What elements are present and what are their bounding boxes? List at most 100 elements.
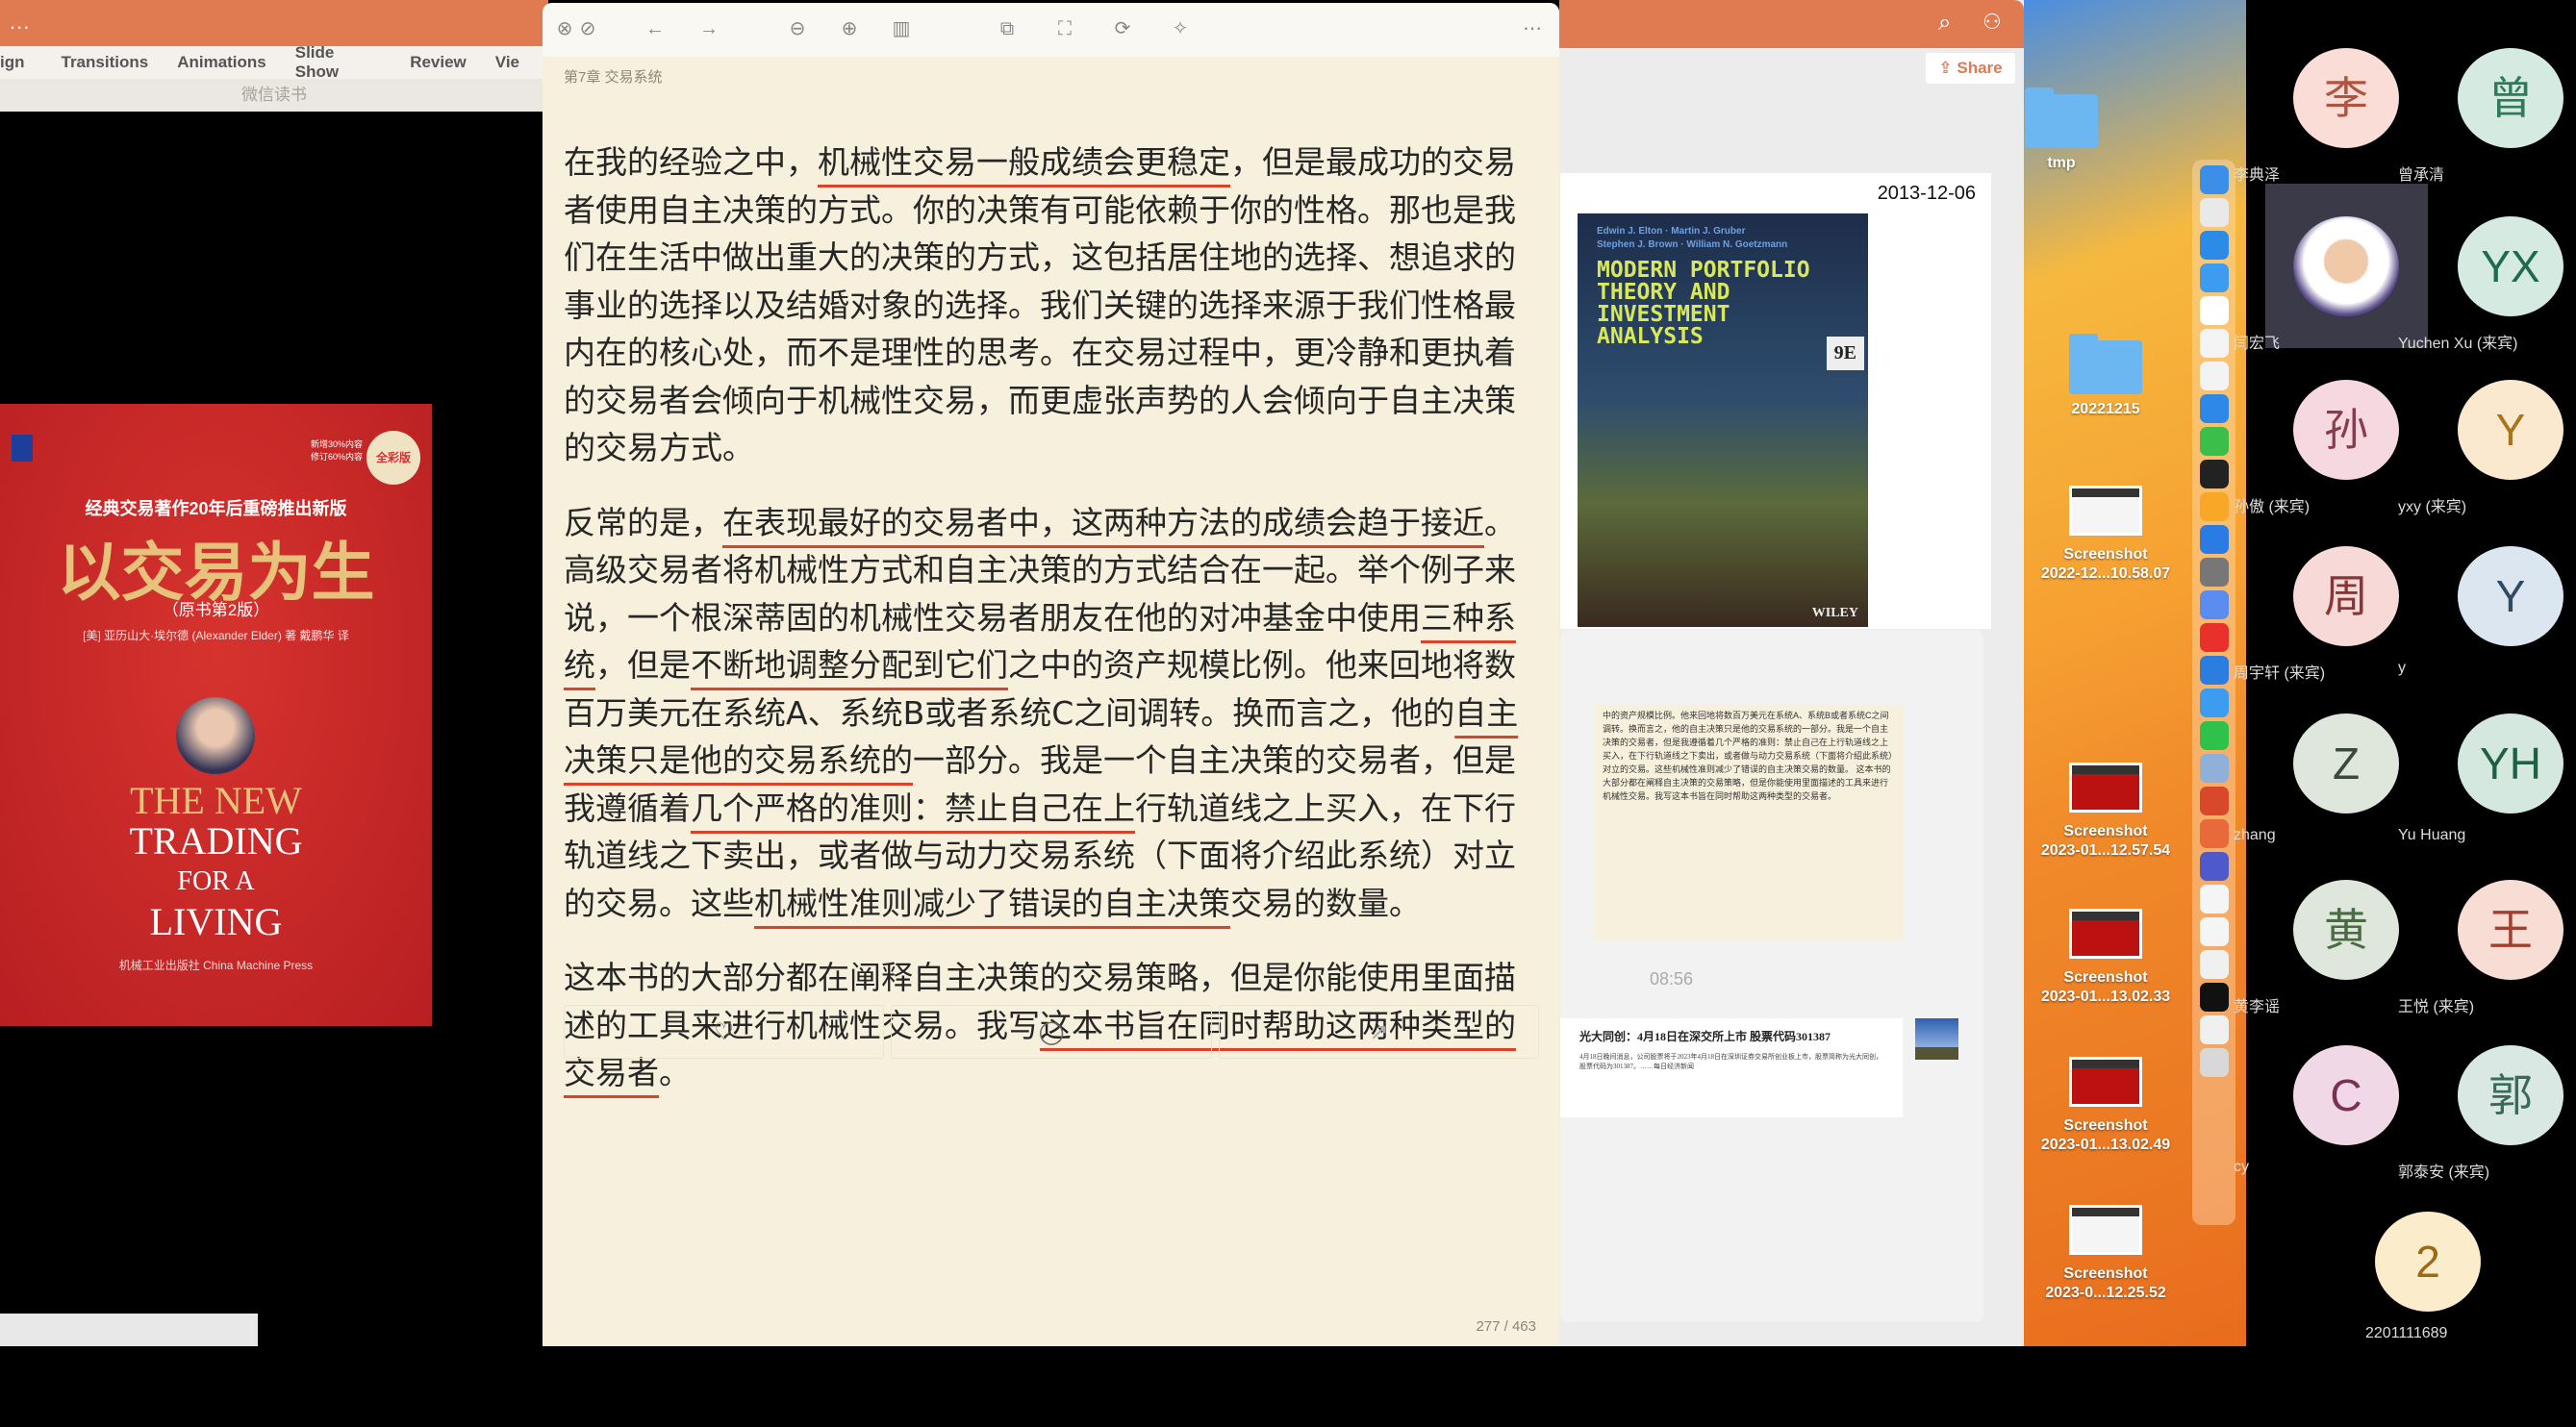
- dock-app-icon[interactable]: [2199, 525, 2229, 554]
- back-arrow-icon[interactable]: ←: [643, 16, 668, 41]
- desktop-item-screenshot[interactable]: Screenshot 2023-01...12.57.54: [2024, 763, 2187, 861]
- tab-design[interactable]: ign: [0, 53, 25, 72]
- columns-icon[interactable]: ▥: [889, 16, 914, 41]
- copy-icon[interactable]: ⧉: [995, 16, 1020, 41]
- dock-app-icon[interactable]: [2199, 492, 2229, 521]
- dock-app-icon[interactable]: [2199, 1048, 2229, 1077]
- book-edition: 9E: [1826, 337, 1864, 370]
- dock-app-icon[interactable]: [2199, 427, 2229, 456]
- dock-app-icon[interactable]: [2199, 721, 2229, 750]
- dock-app-icon[interactable]: [2199, 165, 2229, 194]
- paragraph: 在我的经验之中，机械性交易一般成绩会更稳定，但是最成功的交易者使用自主决策的方式…: [564, 138, 1535, 472]
- dock-app-icon[interactable]: [2199, 688, 2229, 717]
- desktop-item-screenshot[interactable]: Screenshot 2022-12...10.58.07: [2024, 486, 2187, 584]
- book-title: MODERN PORTFOLIO THEORY AND INVESTMENT A…: [1597, 258, 1810, 349]
- dock-app-icon[interactable]: [2199, 329, 2229, 358]
- title-bar: [1559, 0, 2024, 48]
- share-button[interactable]: ↗: [1218, 1005, 1539, 1059]
- collaborate-icon[interactable]: ⚇: [1983, 10, 2002, 35]
- dock-app-icon[interactable]: [2199, 558, 2229, 587]
- folder-icon: [2069, 334, 2142, 394]
- dock-app-icon[interactable]: [2199, 198, 2229, 227]
- powerpoint-window-right: ⌕ ⚇ ⇪ Share 2013-12-06 Edwin J. Elton · …: [1559, 0, 2024, 1346]
- author-photo: [176, 697, 255, 774]
- news-headline: 光大同创：4月18日在深交所上市 股票代码301387: [1579, 1030, 1831, 1043]
- dock-app-icon[interactable]: [2199, 623, 2229, 652]
- dock-app-icon[interactable]: [2199, 362, 2229, 390]
- dock-app-icon[interactable]: [2199, 590, 2229, 619]
- item-label: Screenshot 2022-12...10.58.07: [2040, 546, 2171, 582]
- underlined-text: 几个严格的准则：禁止自己在上: [691, 789, 1135, 827]
- avatar: 曾: [2458, 48, 2563, 148]
- participant-name: 闫宏飞: [2234, 336, 2281, 352]
- tab-slide-show[interactable]: Slide Show: [295, 43, 381, 82]
- search-icon[interactable]: ⌕: [1938, 10, 1951, 37]
- avatar: Y: [2458, 380, 2563, 480]
- minimize-icon[interactable]: ⊘: [575, 16, 600, 41]
- share-label: Share: [1957, 59, 2003, 77]
- comment-button[interactable]: ◯: [891, 1005, 1212, 1059]
- desktop-item-screenshot[interactable]: Screenshot 2023-0...12.25.52: [2024, 1205, 2187, 1303]
- share-icon: ⇪: [1938, 59, 1957, 77]
- more-icon[interactable]: ...: [10, 10, 30, 35]
- dock-app-icon[interactable]: [2199, 754, 2229, 783]
- desktop-item-screenshot[interactable]: Screenshot 2023-01...13.02.49: [2024, 1057, 2187, 1155]
- screenshot-thumbnail: [2069, 486, 2142, 536]
- rotate-icon[interactable]: ⟳: [1110, 16, 1135, 41]
- more-icon[interactable]: ⋯: [1520, 16, 1545, 41]
- tab-animations[interactable]: Animations: [177, 53, 266, 72]
- dock-app-icon[interactable]: [2199, 885, 2229, 914]
- avatar: YX: [2458, 216, 2563, 316]
- forward-arrow-icon[interactable]: →: [696, 16, 721, 41]
- avatar: 黄: [2293, 880, 2399, 980]
- dock-app-icon[interactable]: [2199, 819, 2229, 848]
- dock-app-icon[interactable]: [2199, 460, 2229, 488]
- dock-app-icon[interactable]: [2199, 983, 2229, 1012]
- zoom-in-icon[interactable]: ⊕: [837, 16, 862, 41]
- avatar-photo: [2293, 216, 2399, 316]
- desktop-item-screenshot[interactable]: Screenshot 2023-01...13.02.33: [2024, 909, 2187, 1007]
- dock-app-icon[interactable]: [2199, 852, 2229, 881]
- screenshot-thumbnail: [2069, 1205, 2142, 1255]
- status-strip: [0, 1314, 258, 1346]
- item-label: Screenshot 2023-01...13.02.49: [2040, 1117, 2171, 1153]
- timestamp: 08:56: [1650, 969, 1694, 989]
- reader-snapshot: 中的资产规模比例。他来回地将数百万美元在系统A、系统B或者系统C之间调转。换而言…: [1595, 705, 1904, 939]
- dock-app-icon[interactable]: [2199, 656, 2229, 685]
- title-line: FOR A: [177, 866, 255, 896]
- screenshot-icon[interactable]: ⛶: [1052, 16, 1077, 41]
- text-segment: 反常的是，: [564, 503, 722, 541]
- share-button[interactable]: ⇪ Share: [1926, 53, 2015, 84]
- item-label: Screenshot 2023-0...12.25.52: [2045, 1265, 2166, 1301]
- dock-app-icon[interactable]: [2199, 1015, 2229, 1044]
- book-publisher: WILEY: [1811, 606, 1858, 620]
- desktop-item-20221215[interactable]: 20221215: [2024, 334, 2187, 419]
- dock-app-icon[interactable]: [2199, 263, 2229, 292]
- like-button[interactable]: ♡: [564, 1005, 885, 1059]
- avatar: 周: [2293, 546, 2399, 646]
- tab-view[interactable]: Vie: [495, 53, 519, 72]
- dock-app-icon[interactable]: [2199, 296, 2229, 325]
- participant-tile[interactable]: 2 2201111689: [2344, 1212, 2510, 1427]
- reader-toolbar: ⊗ ⊘ ← → ⊖ ⊕ ▥ ⧉ ⛶ ⟳ ✧ ⋯: [543, 3, 1559, 57]
- tab-review[interactable]: Review: [410, 53, 467, 72]
- close-icon[interactable]: ⊗: [552, 16, 577, 41]
- ribbon-tabs: ign Transitions Animations Slide Show Re…: [0, 43, 548, 82]
- cover-edition: （原书第2版）: [162, 601, 270, 619]
- dock-app-icon[interactable]: [2199, 394, 2229, 423]
- book-authors: Edwin J. Elton · Martin J. Gruber Stephe…: [1597, 226, 1788, 250]
- dock-app-icon[interactable]: [2199, 917, 2229, 946]
- slide-canvas[interactable]: 2013-12-06 Edwin J. Elton · Martin J. Gr…: [1560, 173, 1991, 629]
- dock-app-icon[interactable]: [2199, 231, 2229, 260]
- magic-wand-icon[interactable]: ✧: [1168, 16, 1193, 41]
- desktop-item-tmp[interactable]: tmp: [1980, 88, 2143, 173]
- text-segment: ，但是最成功的交易者使用自主决策的方式。你的决策有可能依赖于你的性格。那也是我们…: [564, 143, 1516, 466]
- title-bar: [0, 0, 548, 46]
- dock-app-icon[interactable]: [2199, 787, 2229, 815]
- cover-publisher: 机械工业出版社 China Machine Press: [118, 959, 314, 972]
- cover-authors: [美] 亚历山大·埃尔德 (Alexander Elder) 著 戴鹏华 译: [83, 629, 349, 642]
- news-card[interactable]: 光大同创：4月18日在深交所上市 股票代码301387 4月18日晚间消息，公司…: [1560, 1018, 1903, 1117]
- zoom-out-icon[interactable]: ⊖: [785, 16, 810, 41]
- dock-app-icon[interactable]: [2199, 950, 2229, 979]
- tab-transitions[interactable]: Transitions: [62, 53, 149, 72]
